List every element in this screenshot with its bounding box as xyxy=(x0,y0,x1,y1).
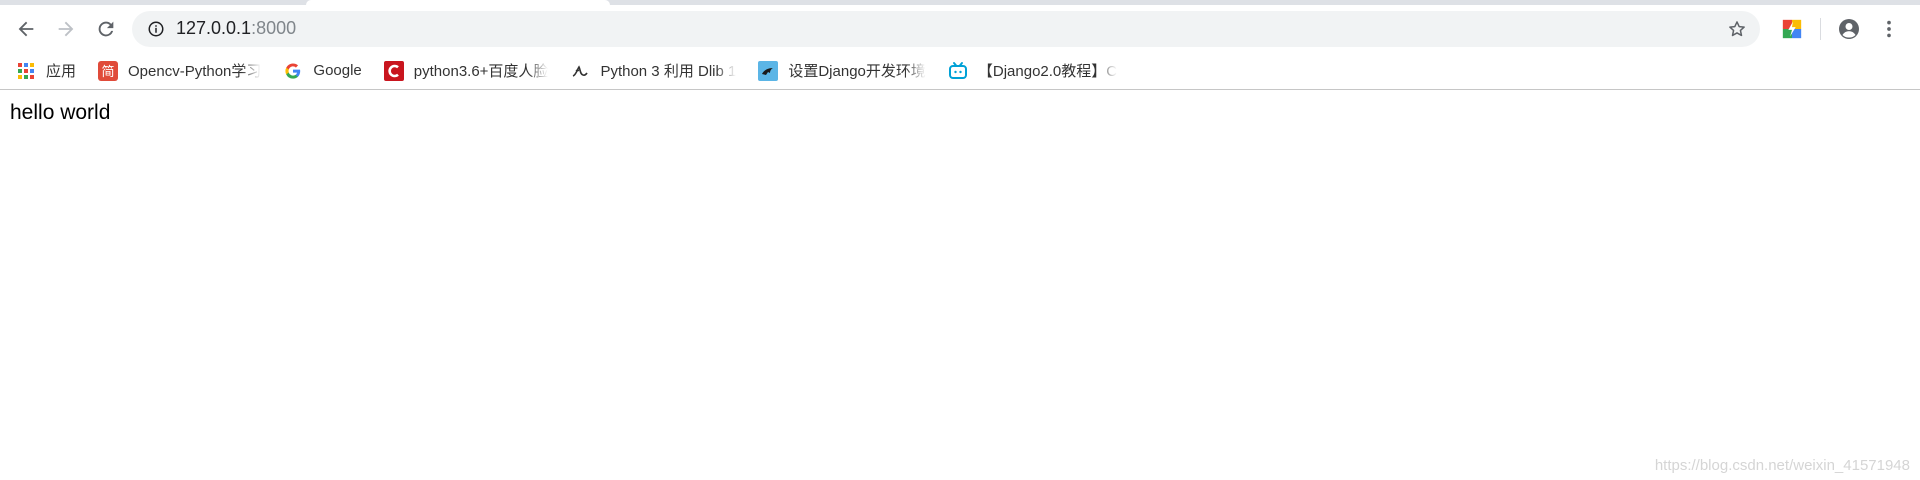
svg-text:简: 简 xyxy=(102,64,115,80)
more-vert-icon xyxy=(1887,20,1891,37)
url-text[interactable]: 127.0.0.1:8000 xyxy=(176,18,1724,39)
page-content: hello world xyxy=(10,101,111,124)
info-icon[interactable] xyxy=(146,19,166,39)
django-site-icon xyxy=(758,60,779,81)
bookmark-google[interactable]: Google xyxy=(283,61,362,81)
bookmark-label: 设置Django开发环境 xyxy=(788,63,926,80)
bilibili-icon xyxy=(948,61,968,81)
jianshu-icon: 简 xyxy=(98,60,119,81)
profile-button[interactable] xyxy=(1829,9,1869,49)
account-icon xyxy=(1839,18,1859,39)
toolbar-divider xyxy=(1820,17,1821,40)
star-icon[interactable] xyxy=(1724,16,1750,42)
reload-icon xyxy=(98,21,114,36)
browser-toolbar: 127.0.0.1:8000 xyxy=(0,5,1920,52)
reload-button[interactable] xyxy=(86,9,126,49)
bookmark-label: Python 3 利用 Dlib 1 xyxy=(600,63,737,80)
bookmark-django-tutorial[interactable]: 【Django2.0教程】C xyxy=(948,60,1117,81)
extension-button[interactable] xyxy=(1772,9,1812,49)
forward-button[interactable] xyxy=(46,9,86,49)
url-host: 127.0.0.1 xyxy=(176,18,252,38)
bookmark-opencv-python[interactable]: 简 Opencv-Python学习 xyxy=(98,60,261,81)
bookmark-django-setup[interactable]: 设置Django开发环境 xyxy=(758,60,926,81)
address-bar[interactable]: 127.0.0.1:8000 xyxy=(132,10,1760,47)
active-tab[interactable] xyxy=(306,0,610,5)
bookmark-label: 应用 xyxy=(46,63,77,80)
bookmarks-bar: 应用 简 Opencv-Python学习 Google python3.6+百度… xyxy=(0,52,1920,90)
bookmark-label: Opencv-Python学习 xyxy=(128,63,262,80)
back-button[interactable] xyxy=(6,9,46,49)
google-icon xyxy=(283,61,303,81)
bookmark-label: Google xyxy=(313,62,362,79)
menu-button[interactable] xyxy=(1869,9,1909,49)
csdn-icon xyxy=(383,60,404,81)
bookmark-apps[interactable]: 应用 xyxy=(16,60,76,81)
bookmark-dlib[interactable]: Python 3 利用 Dlib 1 xyxy=(570,60,736,81)
dlib-icon xyxy=(570,61,590,81)
toolbar-right xyxy=(1772,9,1909,49)
bookmark-label: 【Django2.0教程】C xyxy=(977,63,1118,80)
bookmark-label: python3.6+百度人脸 xyxy=(413,63,549,80)
tab-strip xyxy=(0,0,1920,5)
extension-icon xyxy=(1782,19,1802,38)
page-viewport: hello world https://blog.csdn.net/weixin… xyxy=(0,91,1920,480)
watermark: https://blog.csdn.net/weixin_41571948 xyxy=(1654,457,1910,474)
url-port: :8000 xyxy=(251,18,297,38)
apps-grid-icon xyxy=(16,61,36,81)
arrow-right-icon xyxy=(58,21,74,36)
bookmark-baidu-face[interactable]: python3.6+百度人脸 xyxy=(383,60,549,81)
arrow-left-icon xyxy=(18,21,34,36)
